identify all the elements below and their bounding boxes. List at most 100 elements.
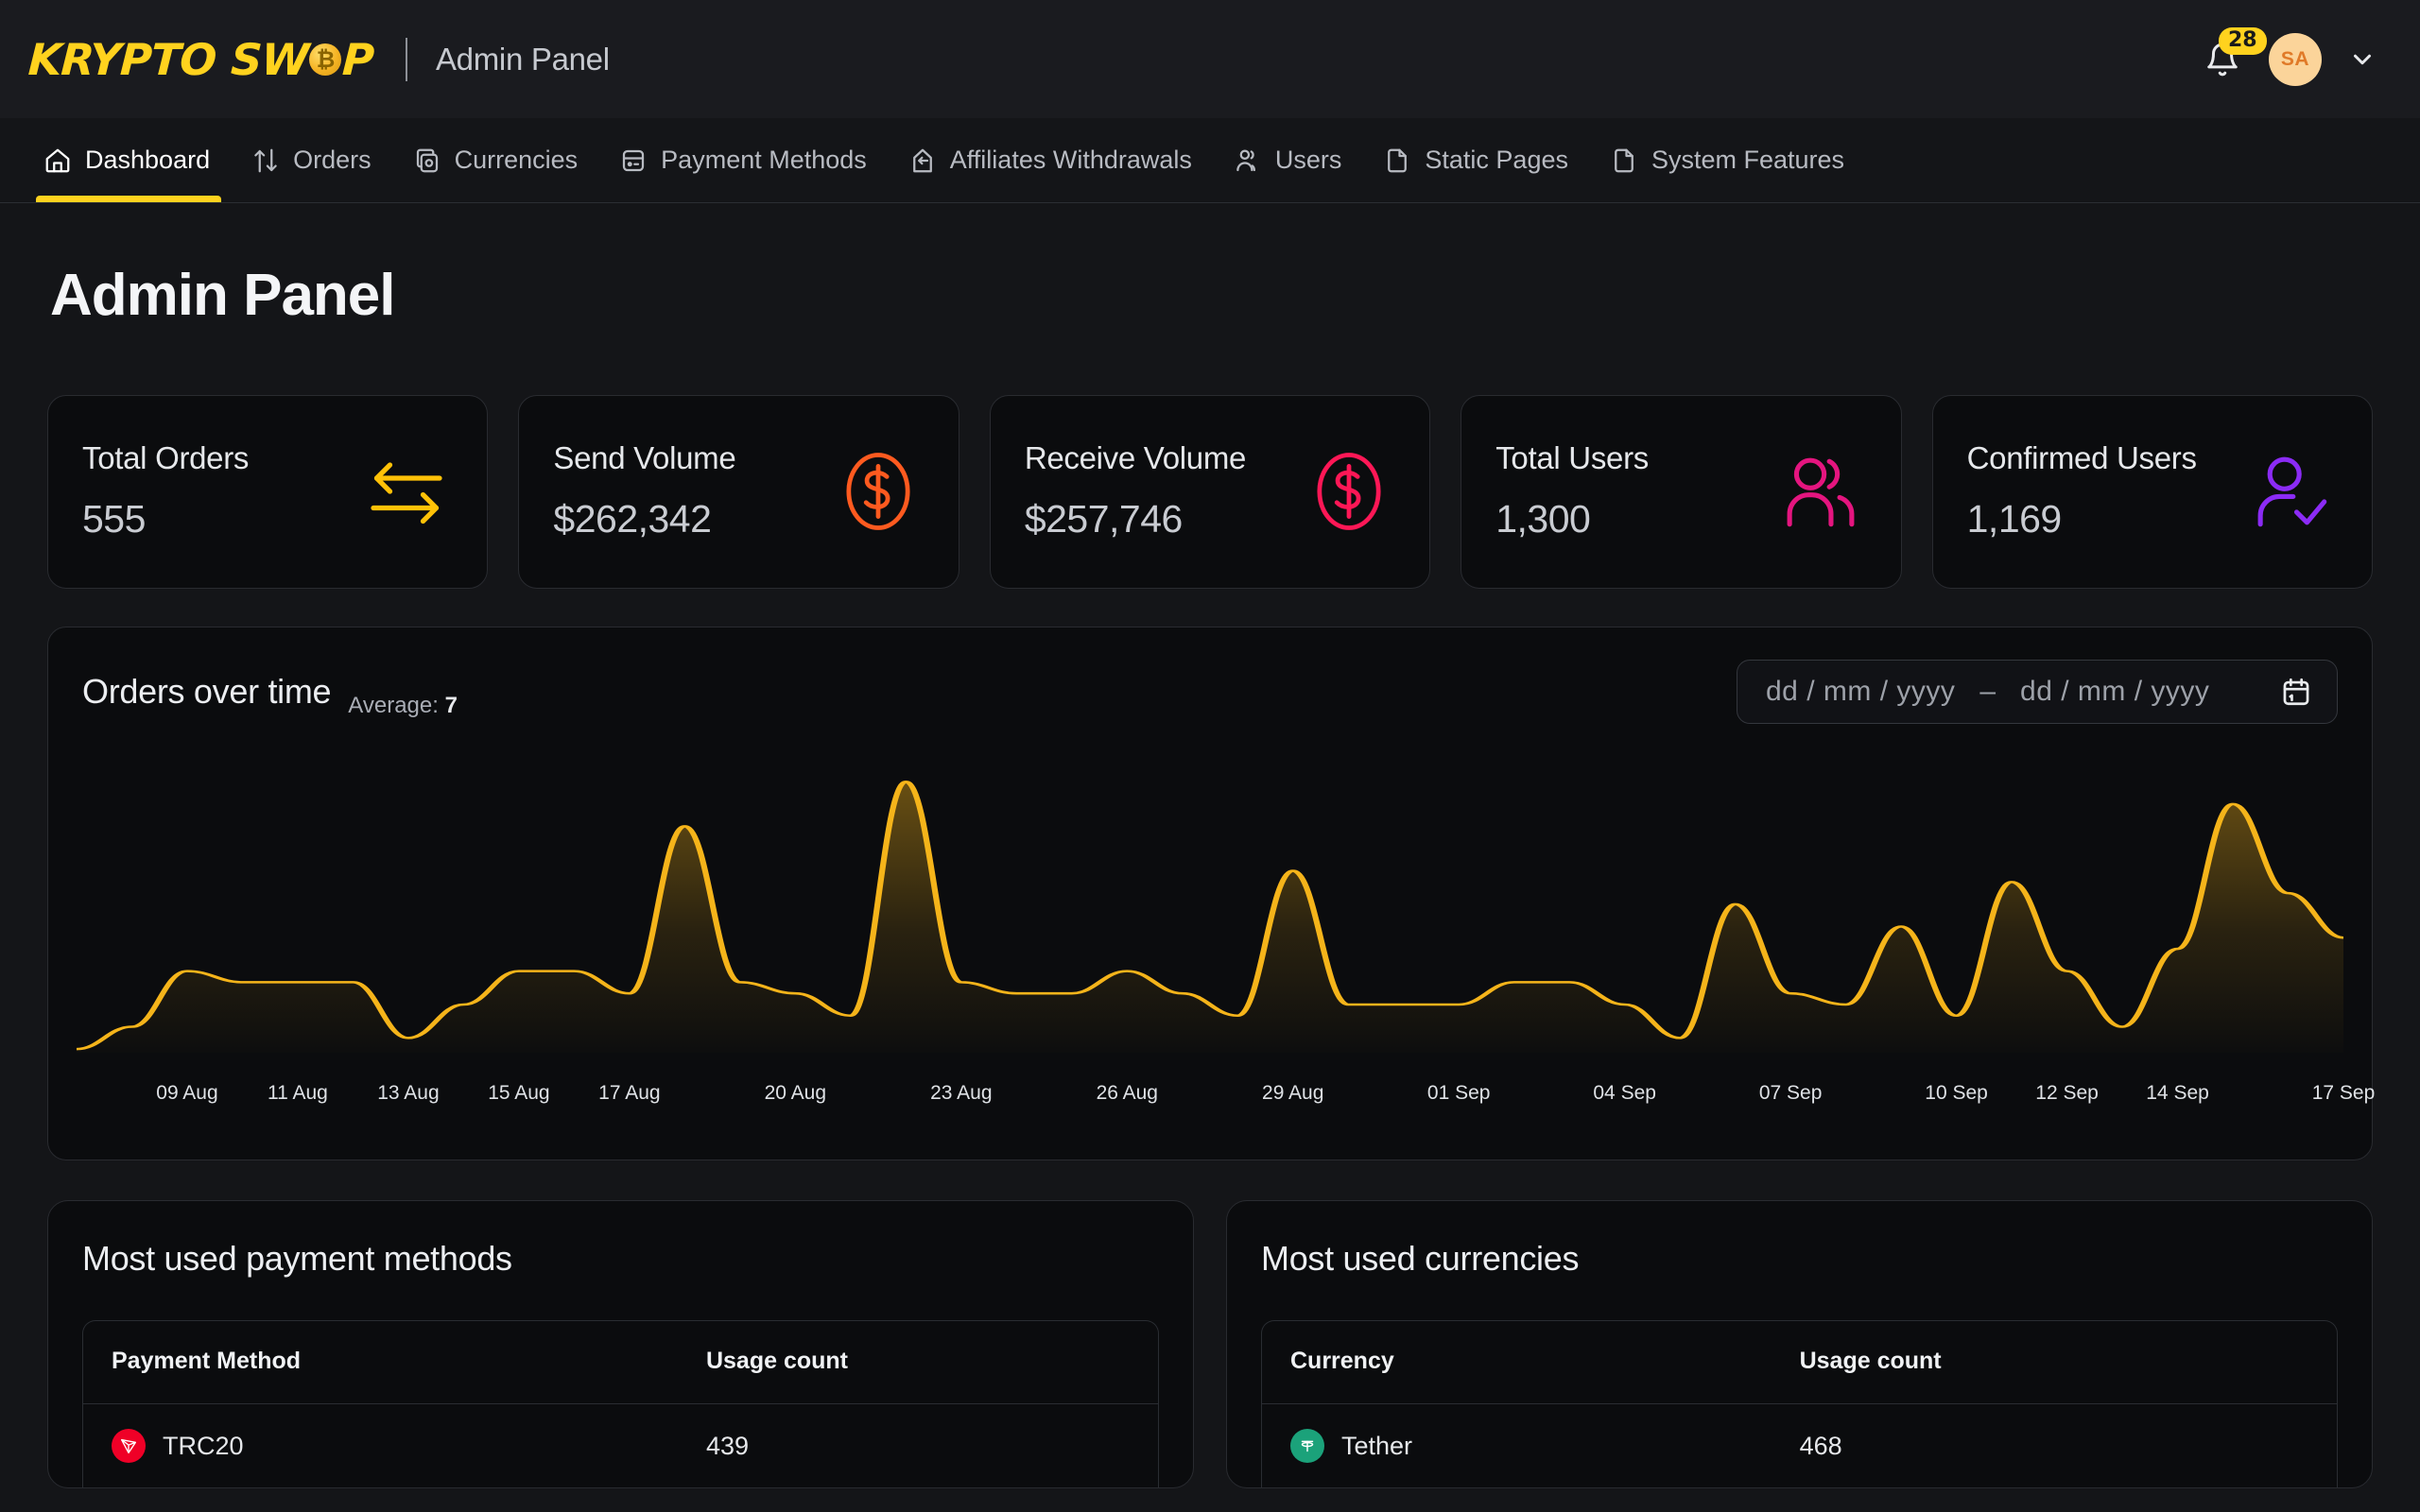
- tron-icon: [112, 1429, 146, 1463]
- x-axis-label: 12 Sep: [2035, 1082, 2099, 1104]
- home-icon: [43, 146, 72, 175]
- top-bar-actions: 28 SA: [2203, 26, 2377, 86]
- stat-label: Receive Volume: [1024, 440, 1247, 475]
- nav-item-users[interactable]: Users: [1213, 118, 1363, 202]
- date-from-input[interactable]: dd / mm / yyyy: [1766, 676, 1955, 708]
- stat-cards: Total Orders 555 Send Volume $262,342 Re…: [47, 395, 2374, 589]
- stat-value: 1,169: [1966, 497, 2063, 541]
- notifications-button[interactable]: 28: [2203, 26, 2267, 82]
- logo-krypto: KRYPTO: [26, 33, 217, 85]
- chart-average-label: Average:: [348, 693, 439, 718]
- column-header-usage-count: Usage count: [1771, 1321, 2337, 1404]
- stat-label: Confirmed Users: [1966, 440, 2197, 475]
- chart-area-fill: [77, 782, 2343, 1053]
- x-axis-label: 13 Aug: [377, 1082, 440, 1104]
- nav-item-payment-methods[interactable]: Payment Methods: [598, 118, 888, 202]
- dollar-circle-icon: [1305, 447, 1393, 536]
- table-row[interactable]: TRC20 439: [83, 1404, 1158, 1488]
- stat-label: Total Users: [1495, 440, 1649, 475]
- orders-area-chart: [77, 750, 2343, 1053]
- nav-item-currencies[interactable]: Currencies: [392, 118, 599, 202]
- x-axis-label: 09 Aug: [156, 1082, 218, 1104]
- x-axis-label: 10 Sep: [1925, 1082, 1988, 1104]
- chart-svg: [77, 781, 2343, 1053]
- arrows-updown-icon: [251, 146, 280, 175]
- x-axis-label: 20 Aug: [764, 1082, 827, 1104]
- calendar-icon[interactable]: [2280, 676, 2312, 708]
- nav-label: Dashboard: [85, 146, 211, 174]
- chevron-down-icon[interactable]: [2348, 45, 2377, 74]
- user-check-icon: [2247, 447, 2336, 536]
- currencies-panel: Most used currencies Currency Usage coun…: [1226, 1200, 2373, 1488]
- users-icon: [1234, 146, 1262, 175]
- stat-value: 555: [82, 497, 146, 541]
- stat-label: Total Orders: [82, 440, 250, 475]
- dollar-circle-icon: [834, 447, 923, 536]
- nav-item-system-features[interactable]: System Features: [1589, 118, 1865, 202]
- page-content: Admin Panel Total Orders 555 Send Volume…: [0, 262, 2420, 1488]
- brand-logo[interactable]: KRYPTO SW ₿ P Admin Panel: [26, 33, 610, 85]
- x-axis-label: 01 Sep: [1426, 1082, 1491, 1104]
- stat-value: $262,342: [553, 497, 712, 541]
- payment-method-name: TRC20: [163, 1431, 244, 1460]
- users-icon: [1776, 447, 1865, 536]
- chart-x-axis: 09 Aug 11 Aug 13 Aug 15 Aug 17 Aug 20 Aug 23 A…: [77, 1082, 2375, 1110]
- column-header-usage-count: Usage count: [677, 1321, 1158, 1404]
- chart-average: Average: 7: [348, 693, 458, 724]
- payment-method-usage-count: 439: [705, 1431, 750, 1460]
- file-icon: [1383, 146, 1411, 175]
- nav-item-dashboard[interactable]: Dashboard: [26, 118, 231, 202]
- stat-label: Send Volume: [553, 440, 736, 475]
- nav-item-static-pages[interactable]: Static Pages: [1362, 118, 1589, 202]
- logo-divider: [405, 37, 407, 81]
- payment-methods-table: Payment Method Usage count TRC20 439: [82, 1320, 1159, 1487]
- nav-item-affiliates-withdrawals[interactable]: Affiliates Withdrawals: [888, 118, 1213, 202]
- x-axis-label: 14 Sep: [2146, 1082, 2209, 1104]
- currency-name: Tether: [1341, 1431, 1413, 1460]
- x-axis-label: 17 Aug: [598, 1082, 661, 1104]
- notification-badge: 28: [2219, 26, 2267, 56]
- nav-label: System Features: [1651, 146, 1845, 174]
- stat-card-total-users[interactable]: Total Users 1,300: [1461, 395, 1902, 589]
- top-bar: KRYPTO SW ₿ P Admin Panel 28 SA: [0, 0, 2420, 118]
- stat-card-receive-volume[interactable]: Receive Volume $257,746: [989, 395, 1431, 589]
- table-row[interactable]: Tether 468: [1262, 1404, 2337, 1488]
- x-axis-label: 17 Sep: [2311, 1082, 2376, 1104]
- date-range-picker[interactable]: dd / mm / yyyy – dd / mm / yyyy: [1737, 660, 2338, 724]
- avatar[interactable]: SA: [2269, 32, 2322, 86]
- tether-icon: [1290, 1429, 1324, 1463]
- nav-label: Orders: [293, 146, 372, 174]
- payment-methods-panel: Most used payment methods Payment Method…: [47, 1200, 1194, 1488]
- bottom-panels: Most used payment methods Payment Method…: [47, 1200, 2373, 1488]
- main-navigation: Dashboard Orders Currencies Payment Meth…: [0, 118, 2420, 203]
- stat-value: 1,300: [1495, 497, 1591, 541]
- panel-title: Most used payment methods: [82, 1239, 512, 1278]
- stat-card-confirmed-users[interactable]: Confirmed Users 1,169: [1931, 395, 2374, 589]
- withdraw-icon: [908, 146, 937, 175]
- coins-icon: [413, 146, 441, 175]
- stat-card-total-orders[interactable]: Total Orders 555: [47, 395, 489, 589]
- nav-label: Static Pages: [1425, 146, 1568, 174]
- currency-usage-count: 468: [1799, 1431, 1842, 1460]
- stat-card-send-volume[interactable]: Send Volume $262,342: [518, 395, 959, 589]
- chart-title: Orders over time: [82, 672, 332, 711]
- orders-over-time-card: Orders over time Average: 7 dd / mm / yy…: [47, 627, 2375, 1160]
- x-axis-label: 26 Aug: [1096, 1082, 1158, 1104]
- nav-label: Currencies: [454, 146, 579, 174]
- chart-header: Orders over time Average: 7 dd / mm / yy…: [82, 660, 2338, 724]
- x-axis-label: 15 Aug: [488, 1082, 550, 1104]
- logo-p: P: [340, 33, 375, 85]
- x-axis-label: 29 Aug: [1262, 1082, 1324, 1104]
- swap-arrows-icon: [362, 447, 451, 536]
- bitcoin-coin-icon: ₿: [309, 43, 342, 76]
- x-axis-label: 23 Aug: [930, 1082, 993, 1104]
- file-icon: [1610, 146, 1638, 175]
- x-axis-label: 04 Sep: [1593, 1082, 1656, 1104]
- nav-label: Payment Methods: [661, 146, 867, 174]
- nav-item-orders[interactable]: Orders: [231, 118, 392, 202]
- nav-label: Affiliates Withdrawals: [949, 146, 1192, 174]
- table-header-row: Currency Usage count: [1262, 1321, 2337, 1404]
- logo-sw: SW: [229, 33, 310, 85]
- date-to-input[interactable]: dd / mm / yyyy: [2020, 676, 2209, 708]
- x-axis-label: 11 Aug: [268, 1082, 328, 1104]
